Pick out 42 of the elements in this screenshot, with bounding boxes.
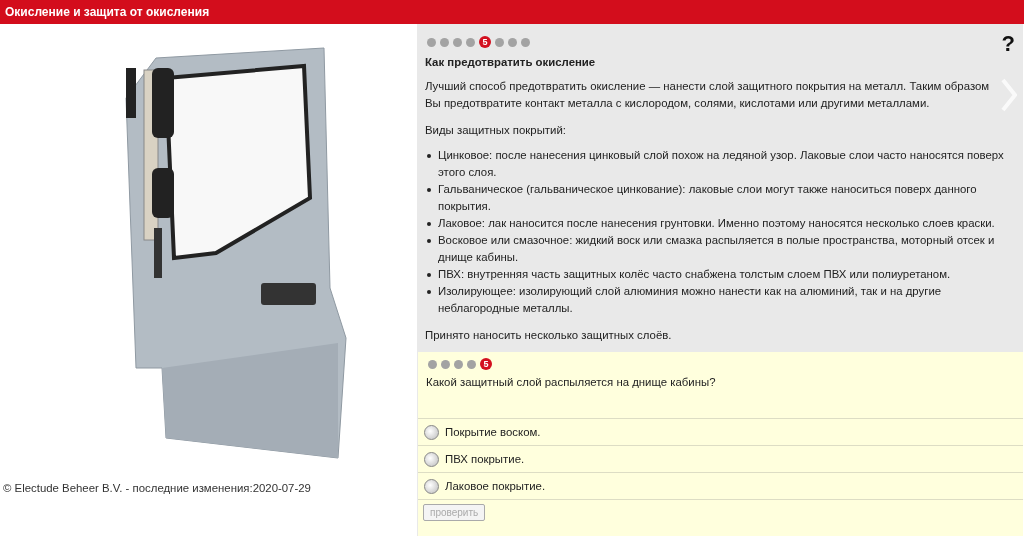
page-dot[interactable] [428, 359, 437, 369]
page-dot[interactable] [467, 359, 476, 369]
radio-button[interactable] [424, 451, 439, 467]
bullet-icon [427, 188, 431, 192]
help-button[interactable]: ? [1001, 34, 1015, 54]
list-item: Изолирующее: изолирующий слой алюминия можно нанести как на алюминий, так и на другие неблагородные металлы. [438, 284, 943, 316]
page-dot[interactable] [441, 359, 450, 369]
list-item: Гальваническое (гальваническое цинкование): лаковые слои могут также наноситься поверх данного покрытия. [438, 182, 978, 214]
page-dot[interactable] [466, 37, 475, 47]
option-label: Покрытие воском. [445, 426, 541, 438]
list-title: Виды защитных покрытий: [425, 123, 567, 138]
copyright-text: © Electude Beheer B.V. - последние изменения:2020-07-29 [3, 482, 311, 494]
bullet-icon [427, 273, 431, 277]
page-dot[interactable] [453, 37, 462, 47]
option-label: Лаковое покрытие. [445, 480, 546, 492]
intro-paragraph: Лучший способ предотвратить окисление — нанести слой защитного покрытия на металл. Таким образом Вы предотвратите контакт металла с кислородом, солями, кислотами или другими металлами. [425, 79, 991, 111]
list-item: Лаковое: лак наносится после нанесения грунтовки. Именно поэтому наносятся несколько слоев краски. [438, 216, 995, 231]
bullet-icon [427, 154, 431, 158]
section-heading: Как предотвратить окисление [425, 56, 597, 68]
page-dot[interactable] [440, 37, 449, 47]
page-dot[interactable] [495, 37, 504, 47]
list-item: Цинковое: после нанесения цинковый слой похож на ледяной узор. Лаковые слои часто наносятся поверх этого слоя. [438, 148, 1005, 180]
answer-option[interactable]: Лаковое покрытие. [418, 472, 1023, 499]
bullet-icon [427, 222, 431, 226]
option-label: ПВХ покрытие. [445, 453, 525, 465]
radio-button[interactable] [424, 424, 439, 440]
radio-button[interactable] [424, 478, 439, 494]
answer-option[interactable]: Покрытие воском. [418, 418, 1023, 445]
quiz-question: Какой защитный слой распыляется на днище кабины? [426, 376, 717, 388]
page-dot[interactable] [521, 37, 530, 47]
page-dot[interactable]: 5 [480, 358, 492, 370]
bullet-icon [427, 290, 431, 294]
page-dot[interactable] [508, 37, 517, 47]
page-dot[interactable]: 5 [479, 36, 491, 48]
closing-paragraph: Принято наносить несколько защитных слоёв. [425, 328, 673, 343]
page-dot[interactable] [454, 359, 463, 369]
list-item: Восковое или смазочное: жидкий воск или смазка распыляется в полые пространства, моторный отсек и днище кабины. [438, 233, 996, 265]
answer-option[interactable]: ПВХ покрытие. [418, 445, 1023, 472]
bullet-icon [427, 239, 431, 243]
page-title: Окисление и защита от окисления [5, 5, 210, 19]
list-item: ПВХ: внутренняя часть защитных колёс часто снабжена толстым слоем ПВХ или полиуретаном. [438, 267, 951, 282]
page-dot[interactable] [427, 37, 436, 47]
